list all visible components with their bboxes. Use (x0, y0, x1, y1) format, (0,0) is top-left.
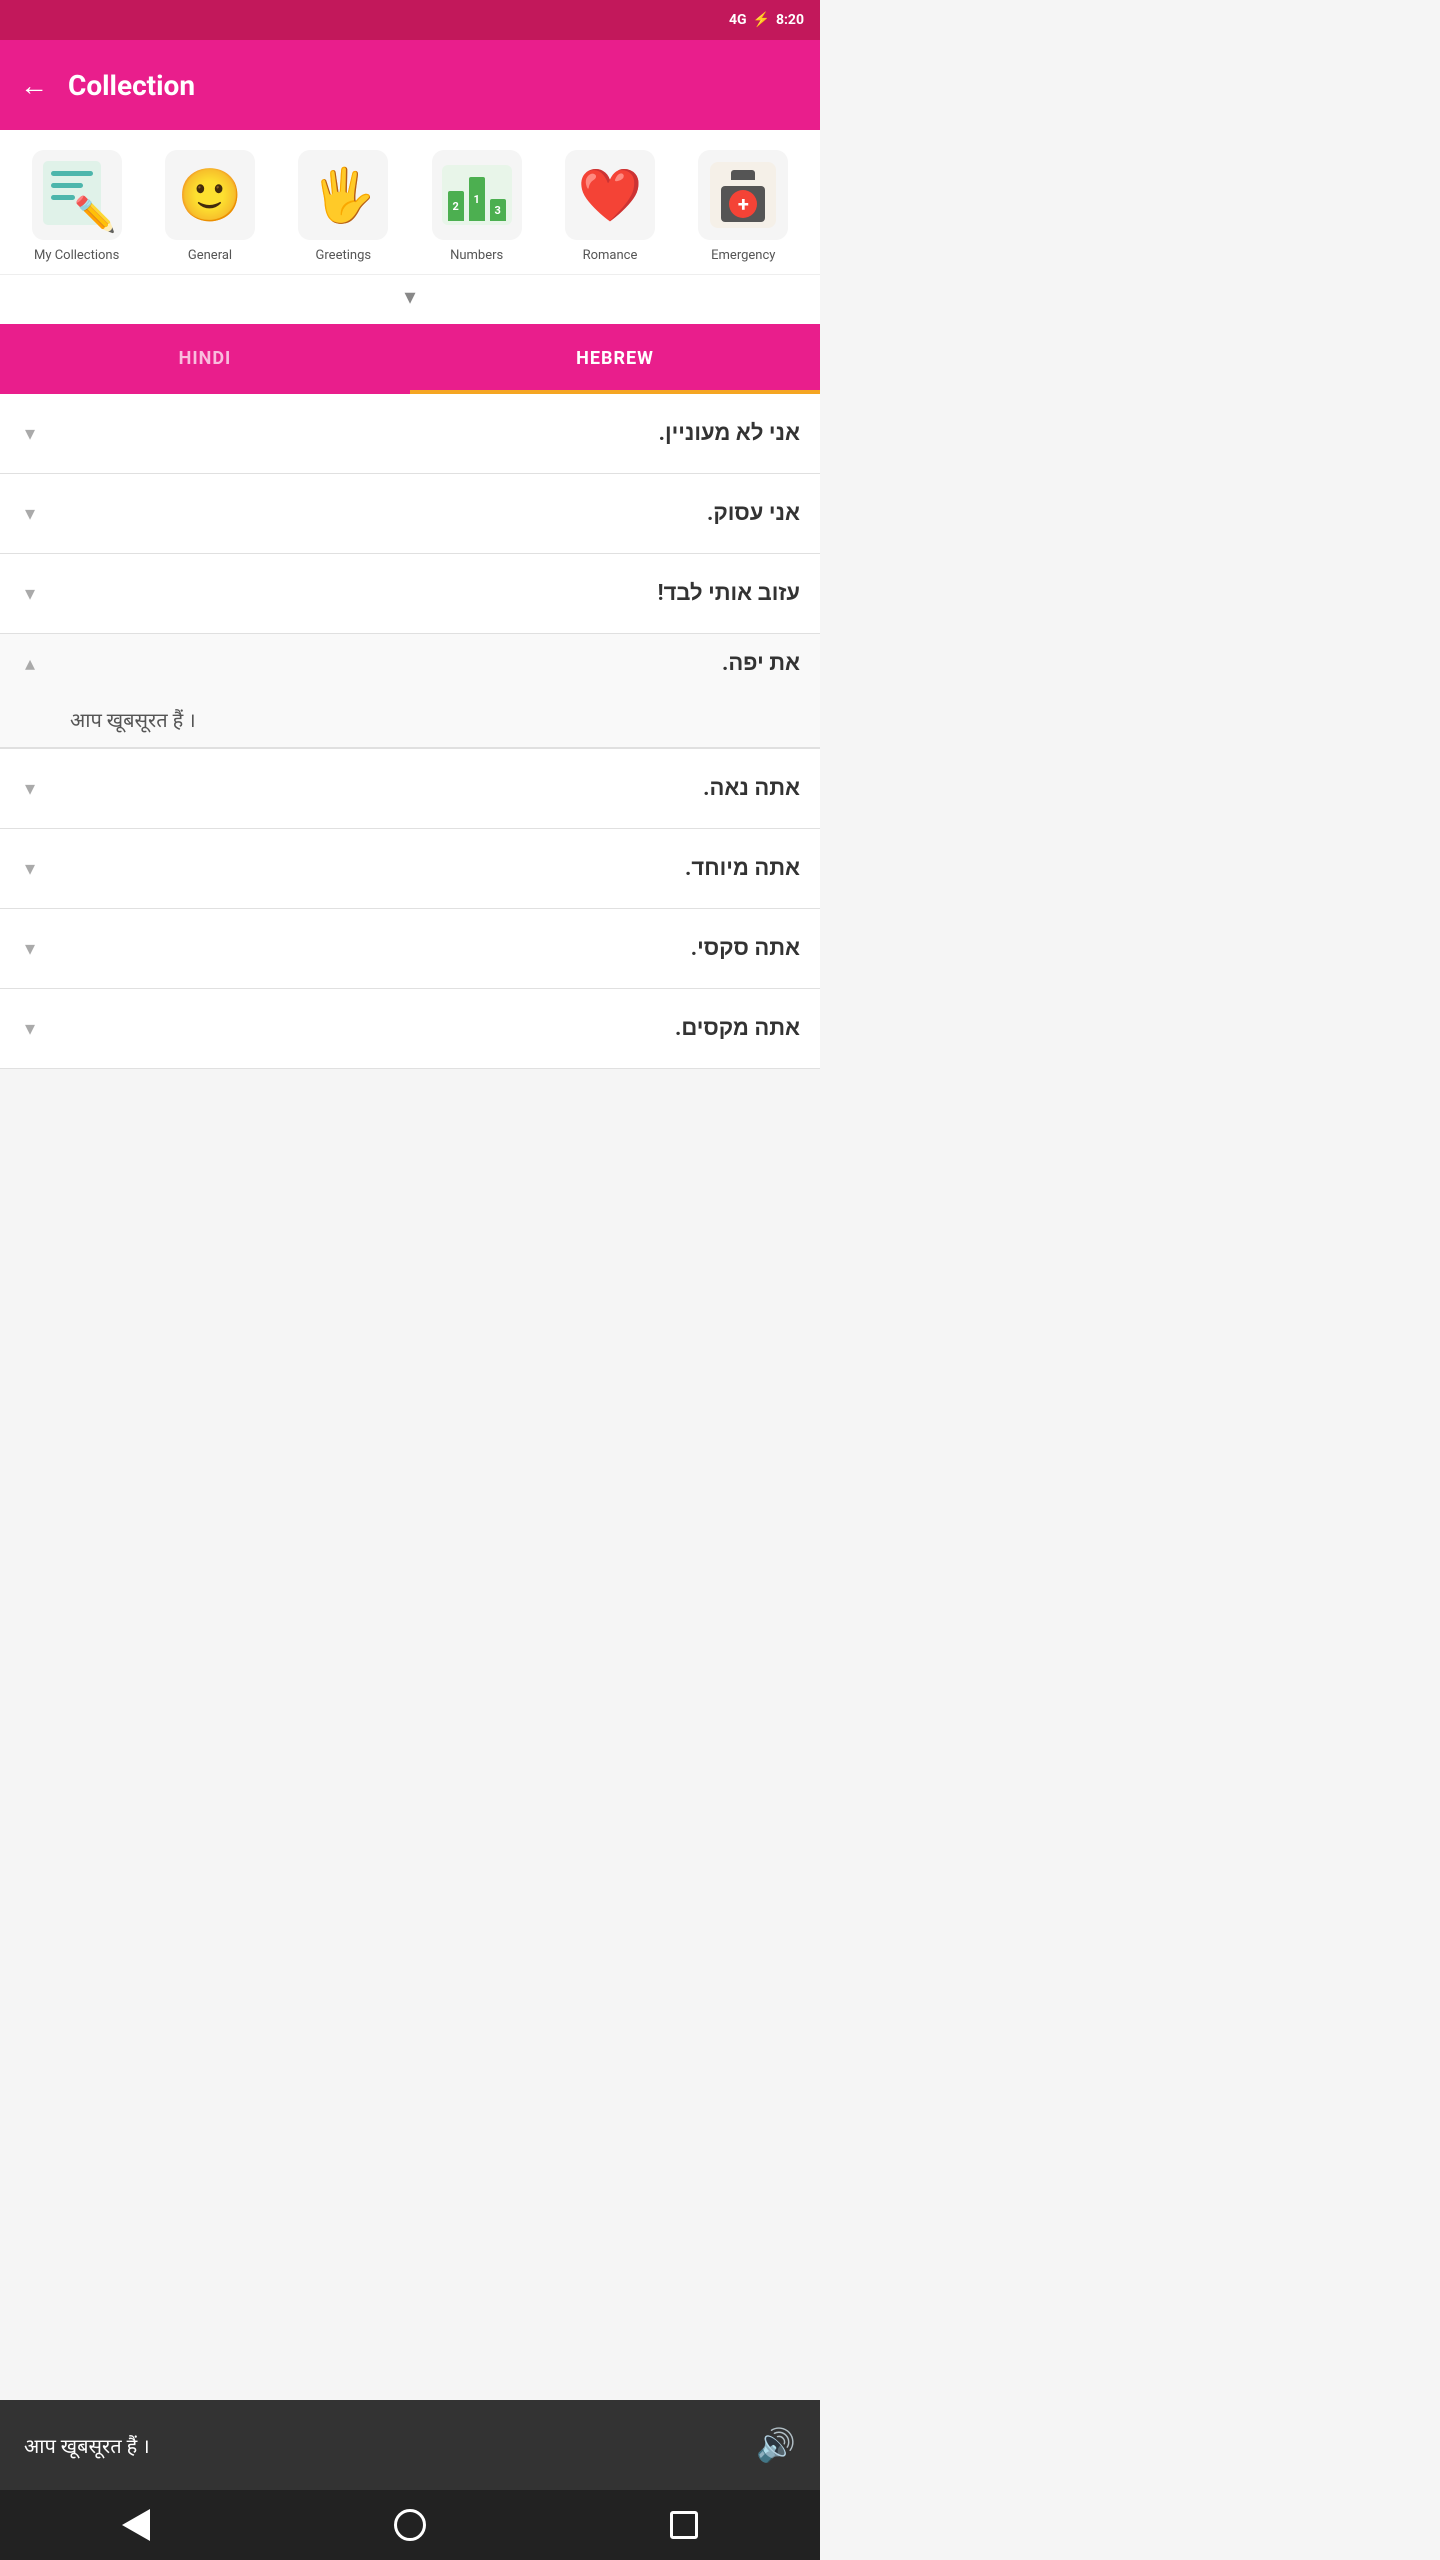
nav-home-button[interactable] (394, 2509, 426, 2541)
network-label: 4G (729, 12, 747, 28)
bottom-bar: आप खूबसूरत हैं । 🔊 (0, 2400, 820, 2490)
category-label-my-collections: My Collections (34, 248, 119, 264)
phrase-row-7[interactable]: ▾ אתה סקסי. (0, 909, 820, 989)
phrase-hebrew-4: את יפה. (60, 634, 820, 692)
battery-icon: ⚡ (753, 12, 770, 28)
expand-categories-row[interactable]: ▾ (0, 275, 820, 324)
nav-recent-button[interactable] (670, 2511, 698, 2539)
greetings-icon: 🖐️ (311, 165, 376, 226)
expand-icon-2: ▾ (0, 501, 60, 525)
time-label: 8:20 (776, 12, 804, 28)
phrase-row-6[interactable]: ▾ אתה מיוחד. (0, 829, 820, 909)
expand-icon-5: ▾ (0, 776, 60, 800)
category-label-emergency: Emergency (711, 248, 775, 264)
tab-bar: HINDI HEBREW (0, 324, 820, 394)
tab-hindi-label: HINDI (179, 348, 232, 369)
category-emergency[interactable]: + Emergency (688, 150, 798, 264)
pencil-icon: ✏️ (74, 195, 116, 235)
phrase-hebrew-5: אתה נאה. (60, 759, 820, 817)
expand-icon-3: ▾ (0, 581, 60, 605)
phrase-hebrew-1: אני לא מעוניין. (60, 404, 820, 462)
expand-icon-7: ▾ (0, 936, 60, 960)
phrase-row-4[interactable]: ▴ את יפה. आप खूबसूरत हैं । (0, 634, 820, 749)
general-icon: 🙂 (178, 165, 243, 226)
greetings-icon-wrap: 🖐️ (298, 150, 388, 240)
phrase-hebrew-8: אתה מקסים. (60, 999, 820, 1057)
category-label-romance: Romance (583, 248, 638, 264)
expand-icon-6: ▾ (0, 856, 60, 880)
nav-bar (0, 2490, 820, 2560)
category-romance[interactable]: ❤️ Romance (555, 150, 665, 264)
romance-icon: ❤️ (578, 165, 643, 226)
header-title: Collection (68, 69, 195, 102)
numbers-icon-wrap: 2 1 3 (432, 150, 522, 240)
phrase-hebrew-7: אתה סקסי. (60, 919, 820, 977)
expand-icon-1: ▾ (0, 421, 60, 445)
category-greetings[interactable]: 🖐️ Greetings (288, 150, 398, 264)
header: ← Collection (0, 40, 820, 130)
romance-icon-wrap: ❤️ (565, 150, 655, 240)
phrase-row-1[interactable]: ▾ אני לא מעוניין. (0, 394, 820, 474)
back-triangle-icon (122, 2509, 150, 2541)
phrase-hebrew-6: אתה מיוחד. (60, 839, 820, 897)
tab-hebrew[interactable]: HEBREW (410, 324, 820, 394)
category-label-numbers: Numbers (450, 248, 503, 264)
phrase-row-5[interactable]: ▾ אתה נאה. (0, 749, 820, 829)
phrase-row-8[interactable]: ▾ אתה מקסים. (0, 989, 820, 1069)
expand-icon-8: ▾ (0, 1016, 60, 1040)
phrase-hebrew-2: אני עסוק. (60, 484, 820, 542)
back-button[interactable]: ← (20, 69, 48, 102)
status-bar: 4G ⚡ 8:20 (0, 0, 820, 40)
status-icons: 4G ⚡ 8:20 (729, 12, 804, 28)
phrase-row-2[interactable]: ▾ אני עסוק. (0, 474, 820, 554)
phrase-row-3[interactable]: ▾ עזוב אותי לבד! (0, 554, 820, 634)
speaker-button[interactable]: 🔊 (756, 2426, 796, 2464)
general-icon-wrap: 🙂 (165, 150, 255, 240)
recent-square-icon (670, 2511, 698, 2539)
category-label-general: General (188, 248, 232, 264)
tab-hindi[interactable]: HINDI (0, 324, 410, 394)
category-label-greetings: Greetings (316, 248, 372, 264)
category-numbers[interactable]: 2 1 3 Numbers (422, 150, 532, 264)
emergency-icon-wrap: + (698, 150, 788, 240)
phrase-hebrew-3: עזוב אותי לבד! (60, 564, 820, 622)
nav-back-button[interactable] (122, 2509, 150, 2541)
phrase-hindi-4: आप खूबसूरत हैं । (0, 692, 820, 748)
my-collections-icon-wrap: ✏️ (32, 150, 122, 240)
category-my-collections[interactable]: ✏️ My Collections (22, 150, 132, 264)
bottom-phrase-text: आप खूबसूरत हैं । (24, 2432, 150, 2459)
category-general[interactable]: 🙂 General (155, 150, 265, 264)
phrase-list: ▾ אני לא מעוניין. ▾ אני עסוק. ▾ עזוב אות… (0, 394, 820, 1069)
collapse-icon-4: ▴ (0, 651, 60, 675)
home-circle-icon (394, 2509, 426, 2541)
categories-row: ✏️ My Collections 🙂 General 🖐️ Greetings… (0, 130, 820, 275)
chevron-down-icon: ▾ (404, 285, 415, 310)
tab-hebrew-label: HEBREW (576, 348, 654, 369)
